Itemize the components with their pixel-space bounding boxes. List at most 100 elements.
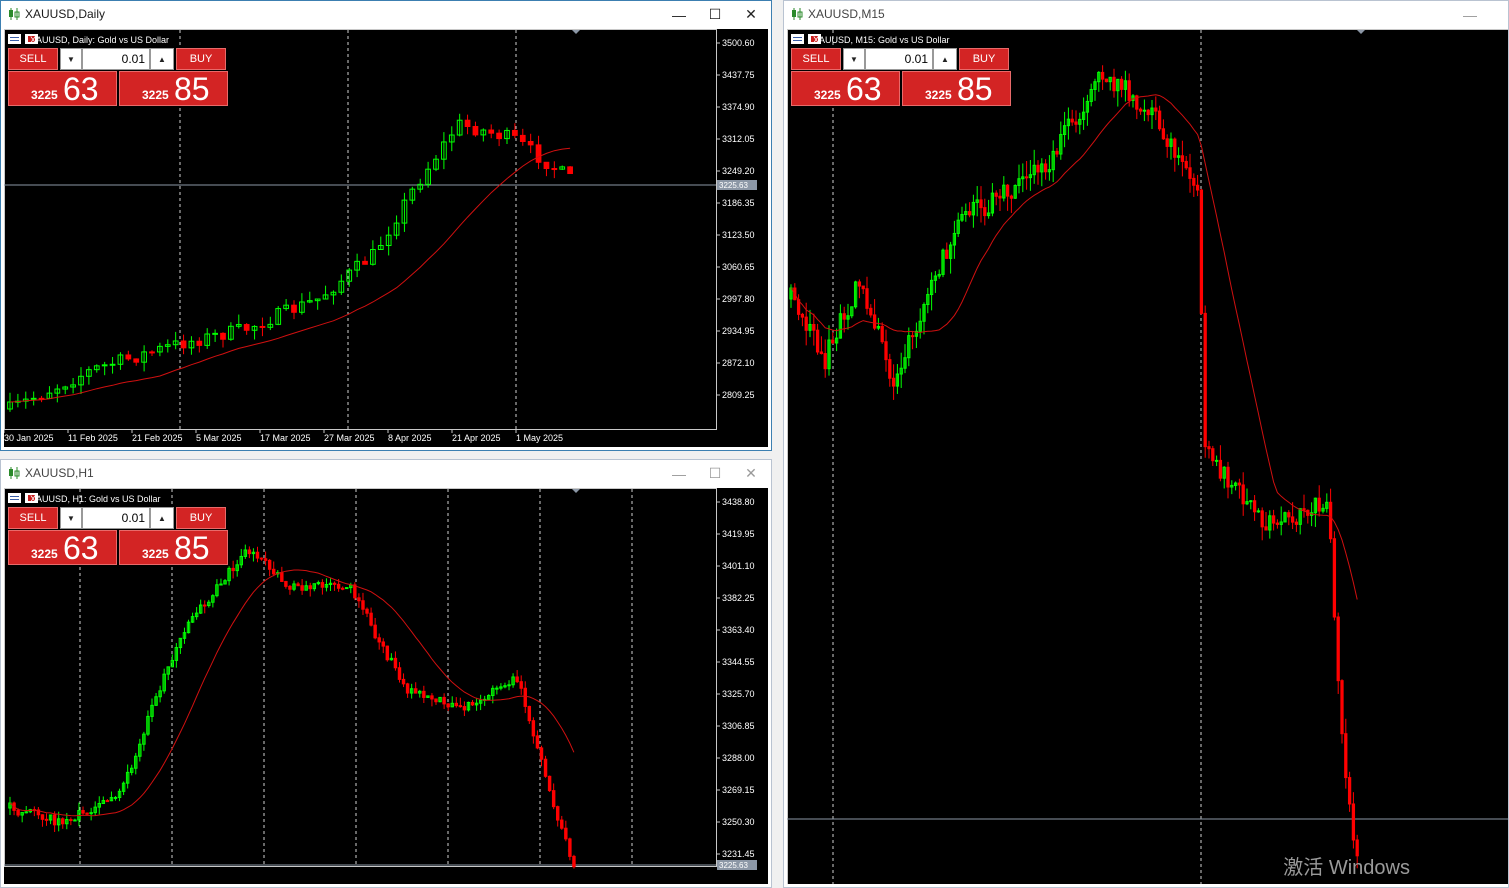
lot-increase-icon[interactable]: ▲ (150, 507, 174, 529)
candle (1192, 173, 1196, 197)
candle (1340, 679, 1344, 744)
chart-window-h1[interactable]: XAUUSD,H1 — ☐ ✕ 3438.80 3419.95 3401.10 338… (0, 459, 772, 888)
price-axis-label: 3344.55 (722, 657, 755, 667)
price-chart[interactable]: XAUUSD, M15: Gold vs US Dollar SELL ▼ 0.… (787, 29, 1508, 884)
candle (1119, 76, 1124, 98)
lot-input[interactable]: 0.01 (865, 48, 933, 70)
candle (1047, 155, 1052, 181)
lot-input[interactable]: 0.01 (82, 507, 150, 529)
candle (125, 764, 130, 789)
candle (283, 299, 289, 311)
bid-price-button[interactable]: 3225 63 (8, 530, 117, 566)
candle (448, 126, 455, 152)
close-icon[interactable]: ✕ (733, 460, 769, 487)
candle (312, 583, 317, 592)
candle (105, 799, 110, 803)
candle (434, 698, 438, 705)
candle (180, 334, 187, 355)
candle (1146, 108, 1150, 122)
lot-dropdown-icon[interactable]: ▼ (60, 507, 82, 529)
time-axis-label: 17 Mar 2025 (260, 433, 311, 443)
candle (24, 806, 28, 814)
candle (243, 544, 248, 559)
maximize-icon[interactable]: ☐ (697, 460, 733, 487)
candle (422, 685, 426, 704)
candle (971, 194, 976, 228)
candle (1195, 174, 1200, 197)
candle (1302, 494, 1306, 518)
minimize-icon[interactable]: — (661, 1, 697, 28)
ask-price-pips: 85 (174, 71, 210, 107)
candle (1097, 71, 1101, 92)
price-axis-label: 3306.85 (722, 721, 755, 731)
candle (918, 308, 922, 339)
bid-price-button[interactable]: 3225 63 (8, 71, 117, 107)
maximize-icon[interactable]: ☐ (697, 1, 733, 28)
lot-increase-icon[interactable]: ▲ (150, 48, 174, 70)
title-bar[interactable]: XAUUSD,Daily — ☐ ✕ (1, 1, 771, 28)
candle (1123, 70, 1128, 102)
candle (895, 364, 900, 394)
candle (86, 366, 92, 385)
title-bar[interactable]: XAUUSD,H1 — ☐ ✕ (1, 460, 771, 487)
price-chart[interactable]: 3438.80 3419.95 3401.10 3382.25 3363.40 3344.… (4, 488, 768, 884)
candle (1325, 493, 1329, 513)
candle (190, 612, 195, 623)
candle (1100, 65, 1105, 90)
lot-input[interactable]: 0.01 (82, 48, 150, 70)
candle (1116, 78, 1120, 107)
candle (480, 128, 487, 142)
candle (503, 682, 507, 689)
buy-button[interactable]: BUY (176, 48, 226, 70)
candle (385, 645, 390, 662)
candle (1176, 147, 1181, 166)
lot-increase-icon[interactable]: ▲ (933, 48, 957, 70)
minimize-icon[interactable]: — (661, 460, 697, 487)
title-bar[interactable]: XAUUSD,M15 — (784, 1, 1508, 28)
ask-price-button[interactable]: 3225 85 (902, 71, 1011, 107)
sell-button[interactable]: SELL (8, 507, 58, 529)
candle (551, 161, 558, 179)
buy-button[interactable]: BUY (959, 48, 1009, 70)
lot-dropdown-icon[interactable]: ▼ (60, 48, 82, 70)
candle (1013, 184, 1017, 199)
candle (1028, 159, 1033, 191)
moving-average-line (9, 147, 571, 403)
candle (1180, 140, 1185, 177)
candle (1066, 107, 1071, 140)
candle (1203, 305, 1207, 458)
candle (324, 578, 329, 592)
buy-button[interactable]: BUY (176, 507, 226, 529)
sell-button[interactable]: SELL (8, 48, 58, 70)
candle (450, 696, 454, 708)
candle (194, 607, 199, 620)
bid-price-button[interactable]: 3225 63 (791, 71, 900, 107)
candle (418, 689, 422, 698)
candle (527, 705, 532, 724)
ask-price-button[interactable]: 3225 85 (119, 530, 228, 566)
candle (834, 328, 839, 352)
bid-price-pips: 63 (63, 71, 99, 107)
candle (1241, 472, 1245, 516)
chart-window-m15[interactable]: XAUUSD,M15 — XAUUSD, M15: Gold vs US Dol… (783, 0, 1509, 888)
chart-window-daily[interactable]: XAUUSD,Daily — ☐ ✕ 3500.60 3437.75 3374.90… (0, 0, 772, 451)
candle (1260, 507, 1264, 541)
sell-button[interactable]: SELL (791, 48, 841, 70)
price-chart[interactable]: 3500.60 3437.75 3374.90 3312.05 3249.20 3186.… (4, 29, 768, 447)
candle (93, 364, 100, 373)
price-axis-label: 3186.35 (722, 198, 755, 208)
candle (998, 188, 1002, 211)
ask-price-pips: 85 (174, 530, 210, 566)
ask-price-button[interactable]: 3225 85 (119, 71, 228, 107)
candle (519, 128, 526, 146)
candle (48, 814, 53, 825)
candle (1222, 466, 1226, 489)
candle (933, 271, 938, 293)
minimize-icon[interactable]: — (1452, 1, 1488, 28)
close-icon[interactable]: ✕ (733, 1, 769, 28)
candle (299, 293, 305, 315)
window-title: XAUUSD,M15 (808, 7, 885, 21)
lot-dropdown-icon[interactable]: ▼ (843, 48, 865, 70)
candle (1161, 119, 1166, 140)
candle (850, 306, 854, 319)
